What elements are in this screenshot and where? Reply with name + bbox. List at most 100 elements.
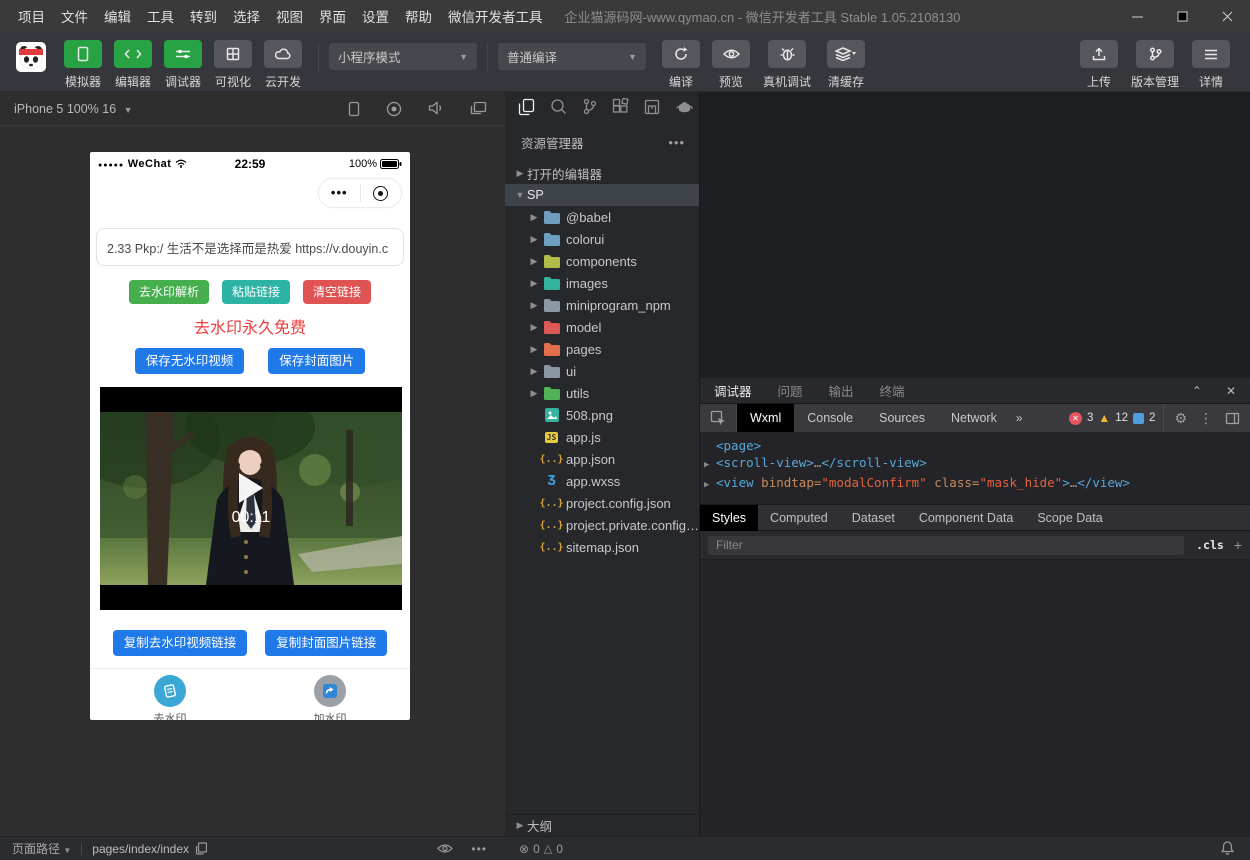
- tab-remove-watermark[interactable]: 去水印: [130, 675, 210, 720]
- collapse-panel-icon[interactable]: ⌃: [1192, 384, 1202, 398]
- toolbar-visualize-button[interactable]: 可视化: [208, 40, 258, 90]
- wxml-line-page[interactable]: <page>: [700, 437, 1250, 454]
- tree-item-images[interactable]: ▶images: [505, 272, 699, 294]
- close-panel-icon[interactable]: ✕: [1226, 384, 1236, 398]
- tab-terminal[interactable]: 终端: [880, 381, 905, 400]
- menu-item-9[interactable]: 帮助: [397, 6, 440, 26]
- maximize-button[interactable]: [1160, 0, 1205, 32]
- menu-item-0[interactable]: 项目: [10, 6, 53, 26]
- tab-add-watermark[interactable]: 加水印: [290, 675, 370, 720]
- files-icon[interactable]: [518, 98, 535, 121]
- toolbar-cloud-button[interactable]: 云开发: [258, 40, 308, 90]
- compile-button[interactable]: 编译: [656, 40, 706, 90]
- source-control-icon[interactable]: [582, 98, 597, 120]
- notifications-bell-icon[interactable]: [1221, 840, 1234, 858]
- wxml-line-view[interactable]: ▶<view bindtap="modalConfirm" class="mas…: [700, 474, 1250, 494]
- eye-toggle-icon[interactable]: [437, 843, 453, 854]
- tree-item-508.png[interactable]: 508.png: [505, 404, 699, 426]
- copy-video-link-button[interactable]: 复制去水印视频链接: [113, 630, 248, 656]
- menu-item-1[interactable]: 文件: [53, 6, 96, 26]
- wxml-line-scrollview[interactable]: ▶<scroll-view>…</scroll-view>: [700, 454, 1250, 474]
- settings-gear-icon[interactable]: ⚙: [1174, 410, 1187, 427]
- more-tabs-icon[interactable]: »: [1010, 411, 1029, 425]
- problem-counts[interactable]: ⊗ 0 △ 0: [505, 842, 563, 856]
- mode-dropdown[interactable]: 小程序模式 ▼: [329, 43, 477, 70]
- save-cover-button[interactable]: 保存封面图片: [268, 348, 365, 374]
- tab-computed[interactable]: Computed: [758, 505, 840, 531]
- inspect-element-icon[interactable]: [700, 404, 737, 432]
- capsule-close-button[interactable]: [361, 186, 402, 201]
- clear-cache-button[interactable]: 清缓存: [818, 40, 874, 90]
- minimize-button[interactable]: [1115, 0, 1160, 32]
- tab-scope-data[interactable]: Scope Data: [1025, 505, 1114, 531]
- tree-item-app.wxss[interactable]: Ʒapp.wxss: [505, 470, 699, 492]
- styles-filter-input[interactable]: Filter: [708, 536, 1184, 555]
- tree-item-@babel[interactable]: ▶@babel: [505, 206, 699, 228]
- video-player[interactable]: 00:11: [100, 387, 402, 610]
- tree-item-app.js[interactable]: JSapp.js: [505, 426, 699, 448]
- save-video-button[interactable]: 保存无水印视频: [135, 348, 245, 374]
- tab-network[interactable]: Network: [938, 404, 1010, 432]
- tree-item-colorui[interactable]: ▶colorui: [505, 228, 699, 250]
- menu-item-2[interactable]: 编辑: [96, 6, 139, 26]
- mute-icon[interactable]: [428, 101, 444, 115]
- open-editors-section[interactable]: ▶ 打开的编辑器: [505, 162, 699, 184]
- tree-item-utils[interactable]: ▶utils: [505, 382, 699, 404]
- play-icon[interactable]: [239, 473, 263, 503]
- tree-item-app.json[interactable]: {..}app.json: [505, 448, 699, 470]
- search-icon[interactable]: [550, 98, 567, 120]
- device-selector[interactable]: iPhone 5 100% 16 ▼: [14, 102, 133, 116]
- parse-button-0[interactable]: 去水印解析: [129, 280, 209, 304]
- tab-console[interactable]: Console: [794, 404, 866, 432]
- remote-debug-button[interactable]: 真机调试: [756, 40, 818, 90]
- tab-dataset[interactable]: Dataset: [840, 505, 907, 531]
- toggle-class-button[interactable]: .cls: [1196, 538, 1224, 552]
- teapot-icon[interactable]: [675, 99, 694, 119]
- menu-item-7[interactable]: 界面: [311, 6, 354, 26]
- tree-item-sitemap.json[interactable]: {..}sitemap.json: [505, 536, 699, 558]
- project-root-row[interactable]: ▼ SP: [505, 184, 699, 206]
- menu-item-8[interactable]: 设置: [354, 6, 397, 26]
- outline-section[interactable]: ▶ 大纲: [505, 814, 699, 836]
- tab-output[interactable]: 输出: [829, 381, 854, 400]
- link-input[interactable]: 2.33 Pkp:/ 生活不是选择而是热爱 https://v.douyin.c: [96, 228, 404, 266]
- tab-wxml[interactable]: Wxml: [737, 404, 794, 432]
- copy-cover-link-button[interactable]: 复制封面图片链接: [265, 630, 387, 656]
- toolbar-debugger-button[interactable]: 调试器: [158, 40, 208, 90]
- tree-item-pages[interactable]: ▶pages: [505, 338, 699, 360]
- tab-styles[interactable]: Styles: [700, 505, 758, 531]
- capsule-menu-button[interactable]: •••: [319, 180, 360, 206]
- close-button[interactable]: [1205, 0, 1250, 32]
- user-avatar[interactable]: [16, 42, 46, 72]
- multi-window-icon[interactable]: [470, 101, 487, 116]
- compile-dropdown[interactable]: 普通编译 ▼: [498, 43, 646, 70]
- more-actions-icon[interactable]: •••: [668, 135, 685, 150]
- tree-item-miniprogram_npm[interactable]: ▶miniprogram_npm: [505, 294, 699, 316]
- version-control-button[interactable]: 版本管理: [1124, 40, 1186, 90]
- tab-component-data[interactable]: Component Data: [907, 505, 1026, 531]
- tree-item-model[interactable]: ▶model: [505, 316, 699, 338]
- expand-arrow-icon[interactable]: ▶: [704, 457, 716, 474]
- parse-button-2[interactable]: 清空链接: [303, 280, 371, 304]
- expand-arrow-icon[interactable]: ▶: [704, 477, 716, 494]
- rotate-device-icon[interactable]: [348, 101, 360, 117]
- record-icon[interactable]: [386, 101, 402, 117]
- upload-button[interactable]: 上传: [1074, 40, 1124, 90]
- menu-item-10[interactable]: 微信开发者工具: [440, 6, 551, 26]
- tab-problems[interactable]: 问题: [778, 381, 803, 400]
- dock-side-icon[interactable]: [1225, 412, 1240, 425]
- tab-debugger[interactable]: 调试器: [714, 381, 752, 400]
- tree-item-project.config.json[interactable]: {..}project.config.json: [505, 492, 699, 514]
- tree-item-components[interactable]: ▶components: [505, 250, 699, 272]
- menu-item-6[interactable]: 视图: [268, 6, 311, 26]
- details-button[interactable]: 详情: [1186, 40, 1236, 90]
- parse-button-1[interactable]: 粘贴链接: [222, 280, 290, 304]
- menu-item-5[interactable]: 选择: [225, 6, 268, 26]
- menu-item-3[interactable]: 工具: [139, 6, 182, 26]
- console-badges[interactable]: ✕ 3 ▲ 12 2: [1069, 411, 1164, 425]
- toolbar-simulator-button[interactable]: 模拟器: [58, 40, 108, 90]
- tab-sources[interactable]: Sources: [866, 404, 938, 432]
- toolbar-editor-button[interactable]: 编辑器: [108, 40, 158, 90]
- more-status-icon[interactable]: •••: [471, 842, 487, 856]
- page-path-selector[interactable]: 页面路径 ▼: [12, 840, 71, 857]
